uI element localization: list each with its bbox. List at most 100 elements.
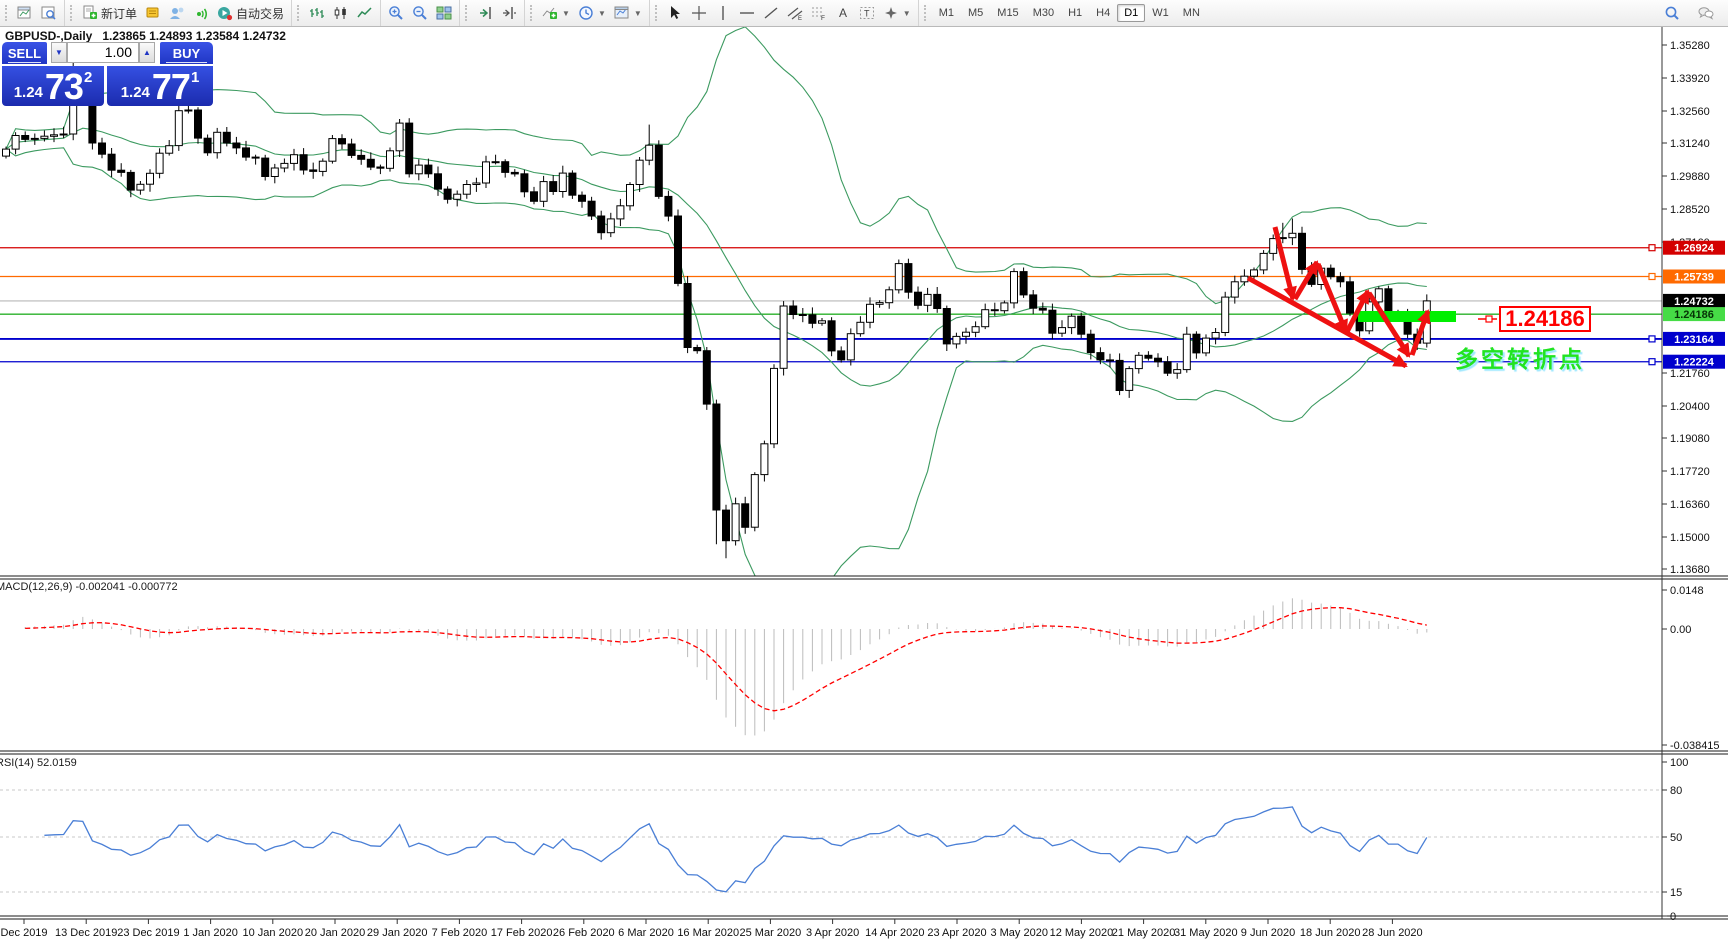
tile-windows-icon[interactable] [432, 3, 456, 23]
svg-text:13 Dec 2019: 13 Dec 2019 [55, 927, 117, 939]
svg-text:100: 100 [1670, 757, 1688, 769]
svg-text:A: A [839, 6, 847, 20]
svg-text:1.13680: 1.13680 [1670, 564, 1710, 576]
svg-text:1 Jan 2020: 1 Jan 2020 [183, 927, 237, 939]
svg-text:F: F [821, 15, 825, 21]
svg-text:31 May 2020: 31 May 2020 [1174, 927, 1238, 939]
chat-icon[interactable] [1694, 3, 1718, 23]
svg-text:18 Jun 2020: 18 Jun 2020 [1300, 927, 1361, 939]
chart-title: GBPUSD-,Daily 1.23865 1.24893 1.23584 1.2… [5, 29, 286, 43]
trendline-icon[interactable] [759, 3, 783, 23]
toolbar-grip [5, 5, 11, 21]
svg-text:10 Jan 2020: 10 Jan 2020 [243, 927, 304, 939]
price-chart[interactable]: 1.35280 1.33920 1.32560 1.31240 1.29880 1.285… [0, 0, 1728, 946]
rsi-label: RSI(14) 52.0159 [0, 757, 77, 769]
svg-text:20 Jan 2020: 20 Jan 2020 [305, 927, 366, 939]
dropdown-arrow-icon[interactable]: ▼ [562, 9, 570, 18]
vertical-line-icon[interactable] [711, 3, 735, 23]
crosshair-icon[interactable] [687, 3, 711, 23]
svg-text:14 Apr 2020: 14 Apr 2020 [865, 927, 924, 939]
timeframe-h4[interactable]: H4 [1089, 4, 1117, 22]
volume-decrease-button[interactable]: ▼ [51, 42, 67, 63]
svg-text:26 Feb 2020: 26 Feb 2020 [553, 927, 615, 939]
svg-text:0: 0 [1670, 911, 1676, 923]
indicators-icon[interactable]: ▼ [538, 3, 574, 23]
svg-text:25 Mar 2020: 25 Mar 2020 [740, 927, 802, 939]
timeframe-m5[interactable]: M5 [961, 4, 990, 22]
auto-scroll-icon[interactable] [473, 3, 497, 23]
search-icon[interactable] [1660, 3, 1684, 23]
green-highlight-bar [1358, 311, 1456, 322]
market-watch-icon[interactable] [141, 3, 165, 23]
macd-label: MACD(12,26,9) -0.002041 -0.000772 [0, 581, 178, 593]
dropdown-arrow-icon[interactable]: ▼ [598, 9, 606, 18]
auto-trading-button[interactable]: 自动交易 [213, 3, 288, 23]
buy-price-display[interactable]: 1.24 77 1 [107, 66, 213, 106]
templates-icon[interactable]: ▼ [610, 3, 646, 23]
svg-text:1.15000: 1.15000 [1670, 532, 1710, 544]
candlestick-chart-icon[interactable] [329, 3, 353, 23]
timeframe-m1[interactable]: M1 [932, 4, 961, 22]
periods-icon[interactable]: ▼ [574, 3, 610, 23]
price-annotation-box[interactable]: 1.24186 [1499, 306, 1591, 332]
svg-text:1.32560: 1.32560 [1670, 106, 1710, 118]
chart-profile-icon[interactable] [37, 3, 61, 23]
toolbar-grip [654, 5, 661, 21]
svg-text:3 Apr 2020: 3 Apr 2020 [806, 927, 859, 939]
turning-point-note[interactable]: 多空转折点 [1455, 340, 1585, 374]
signals-icon[interactable] [189, 3, 213, 23]
text-label-icon[interactable]: T [855, 3, 879, 23]
sell-price-display[interactable]: 1.24 73 2 [2, 66, 104, 106]
volume-input[interactable]: 1.00 [67, 42, 139, 63]
buy-button[interactable]: BUY [160, 42, 213, 64]
svg-text:1.21760: 1.21760 [1670, 368, 1710, 380]
svg-text:1.23164: 1.23164 [1674, 334, 1715, 346]
sell-button[interactable]: SELL [2, 42, 47, 64]
svg-text:0.00: 0.00 [1670, 624, 1691, 636]
volume-increase-button[interactable]: ▲ [139, 42, 155, 63]
one-click-trading-panel: SELL ▼ 1.00 ▲ BUY 1.24 73 2 1.24 77 1 [2, 42, 213, 106]
svg-text:1.20400: 1.20400 [1670, 401, 1710, 413]
svg-text:Dec 2019: Dec 2019 [0, 927, 47, 939]
svg-text:1.26924: 1.26924 [1674, 243, 1715, 255]
svg-text:T: T [864, 9, 870, 19]
dropdown-arrow-icon[interactable]: ▼ [634, 9, 642, 18]
timeframe-m30[interactable]: M30 [1026, 4, 1061, 22]
svg-text:1.24732: 1.24732 [1674, 296, 1714, 308]
chart-ohlc-values: 1.23865 1.24893 1.23584 1.24732 [102, 29, 286, 43]
community-icon[interactable] [165, 3, 189, 23]
toolbar-grip [530, 5, 536, 21]
chart-shift-icon[interactable] [497, 3, 521, 23]
timeframe-h1[interactable]: H1 [1061, 4, 1089, 22]
cursor-icon[interactable] [663, 3, 687, 23]
dropdown-arrow-icon[interactable]: ▼ [903, 9, 911, 18]
bar-chart-icon[interactable] [305, 3, 329, 23]
svg-text:17 Feb 2020: 17 Feb 2020 [491, 927, 553, 939]
new-order-button[interactable]: 新订单 [78, 3, 141, 23]
timeframe-d1[interactable]: D1 [1117, 4, 1146, 22]
svg-text:7 Feb 2020: 7 Feb 2020 [432, 927, 488, 939]
line-chart-icon[interactable] [353, 3, 377, 23]
fibonacci-icon[interactable]: F [807, 3, 831, 23]
svg-text:6 Mar 2020: 6 Mar 2020 [618, 927, 674, 939]
svg-text:80: 80 [1670, 785, 1682, 797]
new-chart-icon[interactable] [13, 3, 37, 23]
svg-text:3 May 2020: 3 May 2020 [990, 927, 1047, 939]
zoom-out-icon[interactable] [408, 3, 432, 23]
svg-text:1.22224: 1.22224 [1674, 357, 1715, 369]
svg-text:1.28520: 1.28520 [1670, 204, 1710, 216]
toolbar: 新订单 自动交易 ▼ ▼ ▼ E F A T ▼ M1 M5 M15 M30 H1 H4 D1 W1 MN [0, 0, 1728, 27]
arrows-icon[interactable]: ▼ [879, 3, 915, 23]
timeframe-w1[interactable]: W1 [1145, 4, 1176, 22]
svg-text:9 Jun 2020: 9 Jun 2020 [1241, 927, 1295, 939]
svg-text:16 Mar 2020: 16 Mar 2020 [677, 927, 739, 939]
toolbar-grip [297, 5, 303, 21]
svg-text:15: 15 [1670, 887, 1682, 899]
timeframe-mn[interactable]: MN [1176, 4, 1207, 22]
equidistant-channel-icon[interactable]: E [783, 3, 807, 23]
svg-text:1.31240: 1.31240 [1670, 138, 1710, 150]
horizontal-line-icon[interactable] [735, 3, 759, 23]
timeframe-m15[interactable]: M15 [990, 4, 1025, 22]
text-icon[interactable]: A [831, 3, 855, 23]
zoom-in-icon[interactable] [384, 3, 408, 23]
